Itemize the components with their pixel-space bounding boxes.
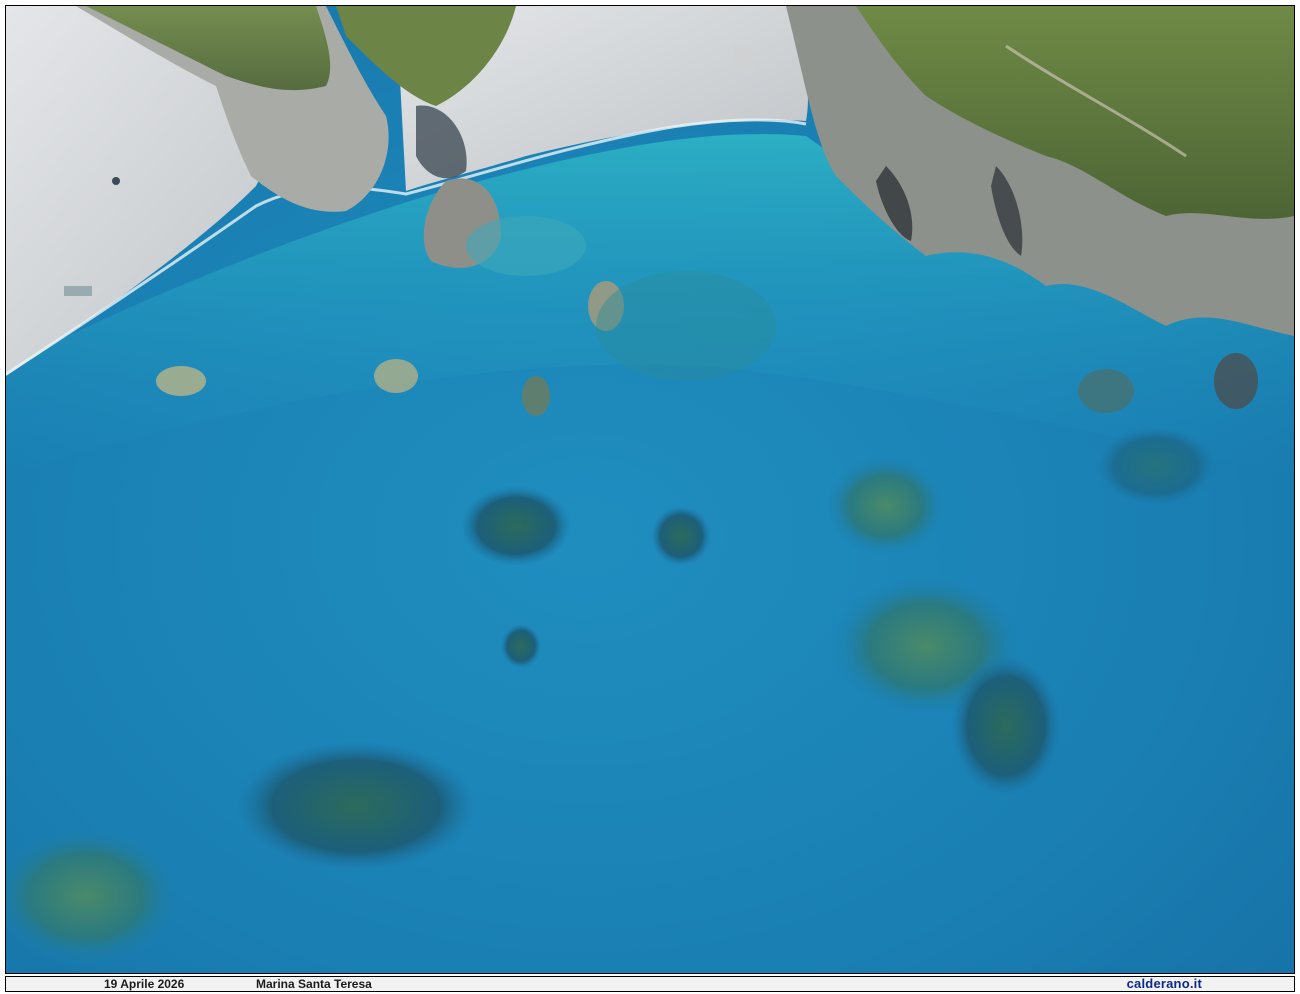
reef (596, 271, 776, 381)
reef (374, 359, 418, 393)
photo-location: Marina Santa Teresa (256, 977, 372, 991)
reef (522, 376, 550, 416)
caption-bar: 19 Aprile 2026 Marina Santa Teresa calde… (5, 976, 1295, 992)
reef (1214, 353, 1258, 409)
reef-deep (501, 624, 541, 668)
aerial-photo (5, 5, 1295, 974)
reef-deep (951, 656, 1061, 796)
boat (64, 286, 92, 296)
reef (466, 216, 586, 276)
reef-deep (461, 486, 571, 566)
umbrella (112, 177, 120, 185)
reef (1078, 369, 1134, 413)
photo-frame: 19 Aprile 2026 Marina Santa Teresa calde… (0, 0, 1300, 994)
aerial-scene (6, 6, 1294, 973)
reef-deep (826, 456, 946, 556)
reef-deep (236, 741, 476, 871)
site-watermark: calderano.it (1126, 976, 1202, 991)
photo-date: 19 Aprile 2026 (104, 977, 185, 991)
reef (156, 366, 206, 396)
reef-deep (1096, 426, 1216, 506)
reef-deep (651, 506, 711, 566)
